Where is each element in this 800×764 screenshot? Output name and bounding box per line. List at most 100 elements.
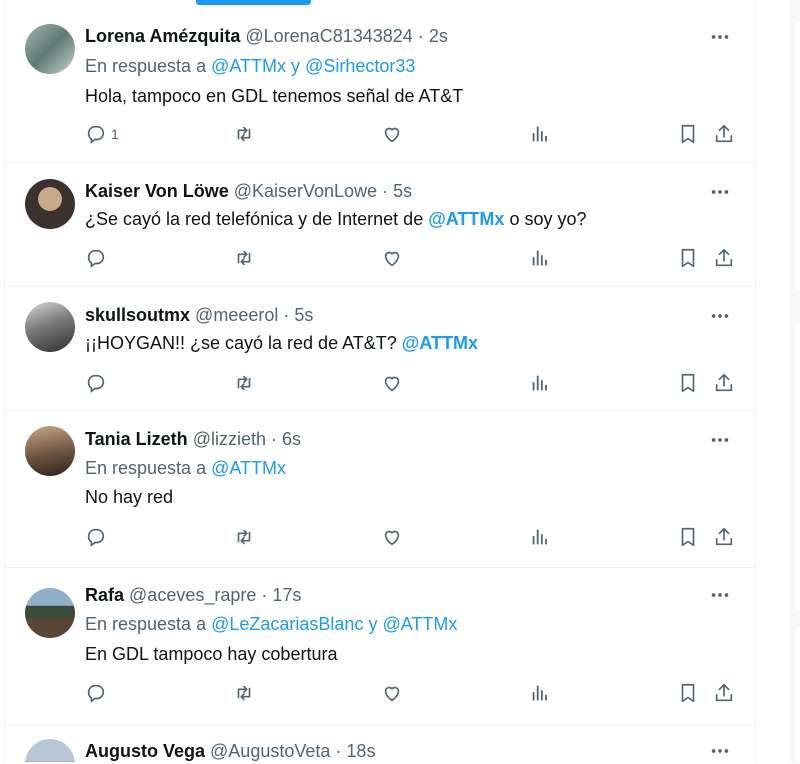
avatar[interactable] [25, 426, 75, 476]
timeline: Lorena Amézquita @LorenaC81343824 · 2s E… [4, 0, 756, 762]
timestamp[interactable]: 6s [282, 429, 301, 449]
reply-context: En respuesta a @LeZacariasBlanc y @ATTMx [85, 613, 457, 635]
avatar[interactable] [25, 739, 75, 762]
avatar[interactable] [25, 179, 75, 229]
views-button[interactable] [529, 245, 551, 271]
share-icon [713, 682, 735, 704]
tweet-text: No hay red [85, 486, 173, 508]
action-bar: 1 [85, 121, 735, 147]
share-icon [713, 123, 735, 145]
mention-link[interactable]: @ATTMx [402, 333, 478, 353]
tweet-text: ¿Se cayó la red telefónica y de Internet… [85, 208, 586, 230]
user-handle[interactable]: @LorenaC81343824 [245, 26, 412, 46]
user-handle[interactable]: @AugustoVeta [210, 741, 330, 761]
text-span: ¡¡HOYGAN!! ¿se cayó la red de AT&T? [85, 333, 402, 353]
reply-prefix: En respuesta a [85, 458, 207, 478]
display-name[interactable]: Augusto Vega [85, 741, 205, 761]
timestamp[interactable]: 17s [272, 585, 301, 605]
share-button[interactable] [713, 245, 735, 271]
display-name[interactable]: Rafa [85, 585, 124, 605]
display-name[interactable]: Lorena Amézquita [85, 26, 240, 46]
reply-button[interactable] [85, 680, 111, 706]
like-button[interactable] [381, 680, 403, 706]
more-icon[interactable] [709, 26, 731, 48]
retweet-button[interactable] [233, 121, 255, 147]
reply-prefix: En respuesta a [85, 614, 207, 634]
display-name[interactable]: Kaiser Von Löwe [85, 181, 229, 201]
views-icon [529, 372, 551, 394]
mention-link[interactable]: @LeZacariasBlanc [211, 614, 363, 634]
tweet[interactable]: skullsoutmx @meeerol · 5s ¡¡HOYGAN!! ¿se… [5, 287, 755, 411]
retweet-button[interactable] [233, 680, 255, 706]
user-handle[interactable]: @aceves_rapre [129, 585, 256, 605]
timestamp[interactable]: 5s [294, 305, 313, 325]
user-handle[interactable]: @meeerol [195, 305, 278, 325]
views-button[interactable] [529, 680, 551, 706]
tweet-header: Tania Lizeth @lizzieth · 6s [85, 428, 301, 450]
more-icon[interactable] [709, 740, 731, 762]
user-handle[interactable]: @lizzieth [193, 429, 266, 449]
bookmark-button[interactable] [677, 370, 699, 396]
tweet-text: En GDL tampoco hay cobertura [85, 643, 337, 665]
like-button[interactable] [381, 121, 403, 147]
timestamp[interactable]: 5s [393, 181, 412, 201]
separator-dot: · [283, 305, 290, 325]
views-button[interactable] [529, 370, 551, 396]
bookmark-button[interactable] [677, 680, 699, 706]
user-handle[interactable]: @KaiserVonLowe [234, 181, 377, 201]
retweet-button[interactable] [233, 524, 255, 550]
more-icon[interactable] [709, 181, 731, 203]
views-button[interactable] [529, 121, 551, 147]
avatar[interactable] [25, 24, 75, 74]
share-icon [713, 372, 735, 394]
share-button[interactable] [713, 680, 735, 706]
avatar[interactable] [25, 302, 75, 352]
reply-button[interactable] [85, 245, 111, 271]
reply-icon [85, 123, 107, 145]
display-name[interactable]: Tania Lizeth [85, 429, 188, 449]
mention-link[interactable]: @ATTMx [211, 458, 286, 478]
tweet[interactable]: Kaiser Von Löwe @KaiserVonLowe · 5s ¿Se … [5, 163, 755, 287]
reply-button[interactable]: 1 [85, 121, 119, 147]
display-name[interactable]: skullsoutmx [85, 305, 190, 325]
share-button[interactable] [713, 370, 735, 396]
mention-link[interactable]: @ATTMx [211, 56, 286, 76]
tweet-header: Lorena Amézquita @LorenaC81343824 · 2s [85, 25, 448, 47]
retweet-icon [233, 682, 255, 704]
mention-link[interactable]: @ATTMx [382, 614, 457, 634]
views-button[interactable] [529, 524, 551, 550]
like-icon [381, 526, 403, 548]
retweet-icon [233, 526, 255, 548]
retweet-button[interactable] [233, 245, 255, 271]
mention-link[interactable]: @ATTMx [428, 209, 504, 229]
reply-joiner: y [368, 614, 378, 634]
share-button[interactable] [713, 524, 735, 550]
separator-dot: · [382, 181, 389, 201]
tweet[interactable]: Rafa @aceves_rapre · 17s En respuesta a … [5, 568, 755, 725]
retweet-icon [233, 372, 255, 394]
like-icon [381, 682, 403, 704]
bookmark-button[interactable] [677, 524, 699, 550]
timestamp[interactable]: 18s [346, 741, 375, 761]
share-icon [713, 526, 735, 548]
like-button[interactable] [381, 370, 403, 396]
avatar[interactable] [25, 588, 75, 638]
more-icon[interactable] [709, 584, 731, 606]
like-button[interactable] [381, 245, 403, 271]
retweet-button[interactable] [233, 370, 255, 396]
reply-button[interactable] [85, 370, 111, 396]
bookmark-button[interactable] [677, 121, 699, 147]
more-icon[interactable] [709, 429, 731, 451]
like-icon [381, 372, 403, 394]
timestamp[interactable]: 2s [429, 26, 448, 46]
bookmark-button[interactable] [677, 245, 699, 271]
tweet[interactable]: Augusto Vega @AugustoVeta · 18s [5, 725, 755, 762]
share-button[interactable] [713, 121, 735, 147]
like-button[interactable] [381, 524, 403, 550]
reply-button[interactable] [85, 524, 111, 550]
tweet[interactable]: Tania Lizeth @lizzieth · 6s En respuesta… [5, 411, 755, 568]
views-icon [529, 526, 551, 548]
more-icon[interactable] [709, 305, 731, 327]
mention-link[interactable]: @Sirhector33 [305, 56, 415, 76]
tweet[interactable]: Lorena Amézquita @LorenaC81343824 · 2s E… [5, 6, 755, 163]
